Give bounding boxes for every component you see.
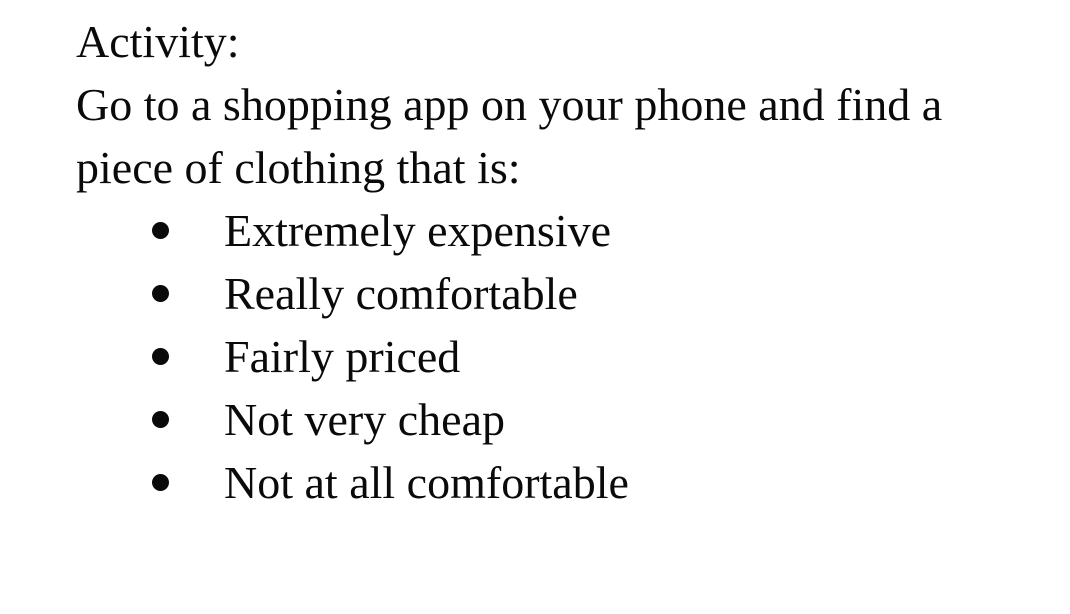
list-item-label: Really comfortable — [224, 268, 578, 319]
list-item: Extremely expensive — [76, 199, 1056, 262]
activity-heading: Activity: — [76, 16, 240, 67]
bullet-icon — [152, 348, 169, 365]
list-item: Not at all comfortable — [76, 451, 1056, 514]
list-item-label: Not very cheap — [224, 394, 505, 445]
instruction-line-1: Go to a shopping app on your phone and f… — [76, 79, 943, 130]
bullet-icon — [152, 222, 169, 239]
list-item: Not very cheap — [76, 388, 1056, 451]
list-item-label: Extremely expensive — [224, 205, 612, 256]
document-body: Activity: Go to a shopping app on your p… — [76, 10, 1056, 514]
list-item: Fairly priced — [76, 325, 1056, 388]
bullet-icon — [152, 474, 169, 491]
bullet-icon — [152, 411, 169, 428]
clothing-criteria-list: Extremely expensive Really comfortable F… — [76, 199, 1056, 514]
instruction-line-2: piece of clothing that is: — [76, 142, 521, 193]
list-item-label: Fairly priced — [224, 331, 461, 382]
list-item: Really comfortable — [76, 262, 1056, 325]
list-item-label: Not at all comfortable — [224, 457, 629, 508]
bullet-icon — [152, 285, 169, 302]
